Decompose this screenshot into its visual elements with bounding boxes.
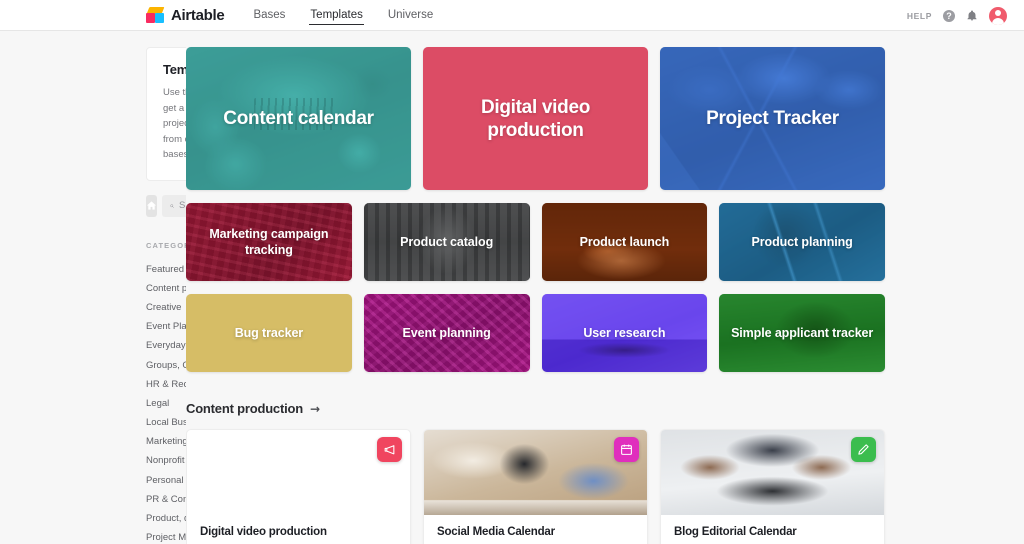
main-content: Content calendar Digital video productio…	[186, 31, 1024, 544]
mid-card-label: Bug tracker	[234, 326, 304, 340]
sidebar-item-pr-communications[interactable]: PR & Communications	[146, 490, 186, 509]
mid-card-product-catalog[interactable]: Product catalog	[363, 203, 530, 281]
mid-card-label: User research	[583, 326, 666, 340]
template-card-digital-video-production[interactable]: Digital video production Video productio…	[186, 429, 411, 544]
top-navigation-bar: Airtable Bases Templates Universe HELP ?	[0, 0, 1024, 31]
search-input[interactable]	[179, 200, 185, 211]
hero-card-digital-video-production[interactable]: Digital video production	[423, 47, 648, 190]
mid-card-label: Simple applicant tracker	[731, 326, 874, 340]
sidebar-item-personal[interactable]: Personal	[146, 471, 186, 490]
card-body: Blog Editorial Calendar Editorial calend…	[661, 515, 884, 544]
sidebar-item-featured[interactable]: Featured	[146, 260, 186, 279]
arrow-right-icon: →	[310, 401, 320, 416]
sidebar-item-creative[interactable]: Creative	[146, 298, 186, 317]
hero-card-label: Content calendar	[223, 108, 374, 129]
mid-card-simple-applicant-tracker[interactable]: Simple applicant tracker	[719, 294, 885, 372]
sidebar-item-project-management[interactable]: Project Management	[146, 528, 186, 544]
notifications-bell-icon[interactable]	[966, 9, 978, 22]
card-badge-calendar	[614, 437, 639, 462]
card-badge-megaphone	[377, 437, 402, 462]
megaphone-icon	[384, 445, 395, 455]
hero-card-content-calendar[interactable]: Content calendar	[186, 47, 411, 190]
mid-card-label: Product launch	[579, 235, 670, 249]
section-header-content-production[interactable]: Content production →	[186, 401, 885, 416]
sidebar-item-content-production[interactable]: Content production	[146, 279, 186, 298]
mid-card-bug-tracker[interactable]: Bug tracker	[186, 294, 352, 372]
panel-description: Use these starter bases to get a jump st…	[163, 85, 186, 163]
nav-item-universe[interactable]: Universe	[387, 6, 434, 24]
sidebar-item-groups-clubs-hobbies[interactable]: Groups, Clubs & Hobbies	[146, 355, 186, 374]
search-row	[146, 194, 186, 217]
help-label: HELP	[906, 10, 932, 21]
search-icon	[170, 203, 174, 208]
card-title: Blog Editorial Calendar	[674, 526, 797, 538]
sidebar-item-event-planning[interactable]: Event Planning	[146, 317, 186, 336]
sidebar-item-legal[interactable]: Legal	[146, 394, 186, 413]
sidebar-item-marketing[interactable]: Marketing	[146, 432, 186, 451]
template-row-tools: Bug tracker Event planning User research	[186, 294, 885, 372]
template-card-social-media-calendar[interactable]: Social Media Calendar Your content alway…	[423, 429, 648, 544]
section-title: Content production	[186, 401, 303, 416]
home-button[interactable]	[146, 194, 157, 217]
mid-card-label: Product planning	[751, 235, 853, 249]
search-templates-box[interactable]	[162, 194, 186, 217]
home-icon	[146, 201, 157, 210]
mid-card-label: Event planning	[402, 326, 491, 340]
sidebar-item-nonprofit[interactable]: Nonprofit	[146, 451, 186, 470]
mid-card-product-planning[interactable]: Product planning	[719, 203, 885, 281]
mid-card-marketing-campaign-tracking[interactable]: Marketing campaign tracking	[186, 203, 352, 281]
categories-header: CATEGORIES	[146, 240, 186, 250]
nav-item-bases[interactable]: Bases	[252, 6, 286, 24]
card-thumbnail	[424, 430, 647, 515]
mid-card-label: Product catalog	[400, 235, 494, 249]
sidebar-item-local-business[interactable]: Local Business	[146, 413, 186, 432]
mid-card-label: Marketing campaign tracking	[209, 227, 329, 257]
mid-card-product-launch[interactable]: Product launch	[541, 203, 708, 281]
help-icon[interactable]: ?	[943, 9, 955, 22]
nav-item-templates[interactable]: Templates	[309, 6, 365, 25]
calendar-icon	[621, 444, 632, 455]
featured-hero-row: Content calendar Digital video productio…	[186, 47, 885, 190]
hero-card-label: Project Tracker	[706, 108, 839, 129]
sidebar-item-hr-recruiting[interactable]: HR & Recruiting	[146, 375, 186, 394]
content-production-cards: Digital video production Video productio…	[186, 429, 885, 544]
airtable-logo[interactable]: Airtable	[146, 6, 225, 24]
card-thumbnail	[187, 430, 410, 515]
sidebar-item-product-design-ux[interactable]: Product, design, and UX	[146, 509, 186, 528]
header-actions: HELP ?	[907, 0, 1007, 31]
categories-list: Featured Content production Creative Eve…	[146, 260, 186, 544]
mid-card-event-planning[interactable]: Event planning	[363, 294, 530, 372]
hero-card-project-tracker[interactable]: Project Tracker	[660, 47, 885, 190]
template-row-products: Marketing campaign tracking Product cata…	[186, 203, 885, 281]
card-badge-pencil	[851, 437, 876, 462]
template-card-blog-editorial-calendar[interactable]: Blog Editorial Calendar Editorial calend…	[660, 429, 885, 544]
mid-card-user-research[interactable]: User research	[541, 294, 708, 372]
pencil-icon	[858, 444, 869, 455]
page-body: × Templates Use these starter bases to g…	[0, 31, 1024, 544]
card-title: Digital video production	[200, 526, 327, 538]
card-thumbnail	[661, 430, 884, 515]
sidebar: × Templates Use these starter bases to g…	[0, 31, 186, 544]
panel-description-text: Use these starter bases to get a jump st…	[163, 87, 186, 160]
main-nav: Bases Templates Universe	[252, 6, 434, 25]
card-body: Social Media Calendar Your content alway…	[424, 515, 647, 544]
card-title: Social Media Calendar	[437, 526, 555, 538]
panel-title: Templates	[163, 62, 186, 77]
user-avatar[interactable]	[989, 6, 1007, 25]
sidebar-item-everyday-life[interactable]: Everyday Life	[146, 336, 186, 355]
hero-card-label: Digital video production	[480, 96, 591, 141]
brand-name: Airtable	[171, 6, 225, 24]
card-body: Digital video production Video productio…	[187, 515, 410, 544]
airtable-logo-icon	[146, 6, 165, 24]
templates-info-panel: × Templates Use these starter bases to g…	[146, 47, 186, 181]
